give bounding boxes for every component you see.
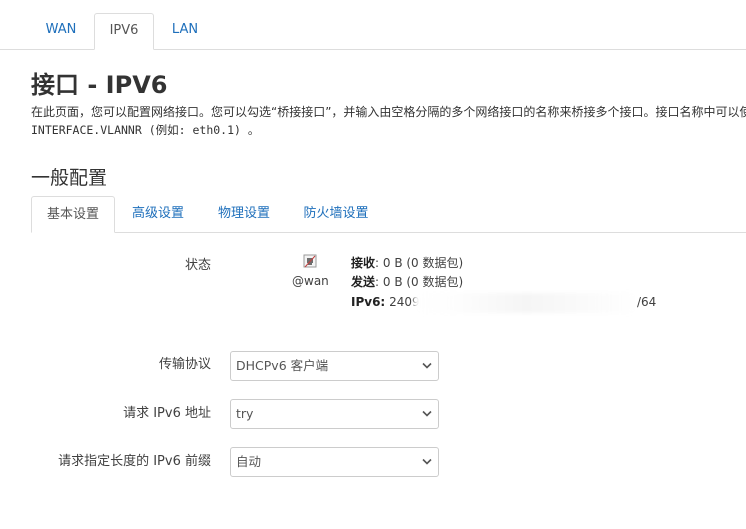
interface-badge: @wan [292,253,329,289]
request-ipv6-value: try [236,406,254,421]
tx-stat: 发送: 0 B (0 数据包) [351,273,463,291]
section-title: 一般配置 [31,167,108,189]
page-title: 接口 - IPV6 [31,71,168,99]
tab-ipv6[interactable]: IPV6 [94,13,154,50]
ipv6-suffix: /64 [637,295,657,309]
interface-name: @wan [292,274,329,288]
tab-wan[interactable]: WAN [31,13,91,48]
prefix-length-select[interactable]: 自动 [230,447,439,477]
request-ipv6-select[interactable]: try [230,399,439,429]
chevron-down-icon [422,458,432,465]
chevron-down-icon [422,410,432,417]
network-port-icon [292,253,328,269]
tab-physical-settings[interactable]: 物理设置 [207,196,281,232]
tab-advanced-settings[interactable]: 高级设置 [121,196,195,232]
protocol-select[interactable]: DHCPv6 客户端 [230,351,439,381]
ipv6-stat: IPv6: 2409 [351,293,420,311]
redacted-address [414,293,638,313]
prefix-length-label: 请求指定长度的 IPv6 前缀 [58,454,211,469]
tab-firewall-settings[interactable]: 防火墙设置 [293,196,379,232]
request-ipv6-label: 请求 IPv6 地址 [123,406,211,421]
ipv6-label: IPv6: [351,295,386,309]
rx-stat: 接收: 0 B (0 数据包) [351,254,463,272]
chevron-down-icon [422,362,432,369]
status-label: 状态 [184,258,211,273]
top-tab-bar: WAN IPV6 LAN [0,0,746,50]
page-description: 在此页面，您可以配置网络接口。您可以勾选“桥接接口”，并输入由空格分隔的多个网络… [31,105,746,119]
page-description-example: INTERFACE.VLANNR (例如: eth0.1) 。 [31,123,260,137]
rx-value: : 0 B (0 数据包) [375,256,464,270]
prefix-length-value: 自动 [236,454,262,469]
config-tab-bar: 基本设置 高级设置 物理设置 防火墙设置 [31,196,746,233]
protocol-label: 传输协议 [158,357,211,372]
tab-lan[interactable]: LAN [156,13,214,48]
tab-basic-settings[interactable]: 基本设置 [31,196,115,233]
rx-label: 接收 [351,256,376,270]
tx-label: 发送 [351,275,376,289]
protocol-value: DHCPv6 客户端 [236,358,329,373]
tx-value: : 0 B (0 数据包) [375,275,464,289]
